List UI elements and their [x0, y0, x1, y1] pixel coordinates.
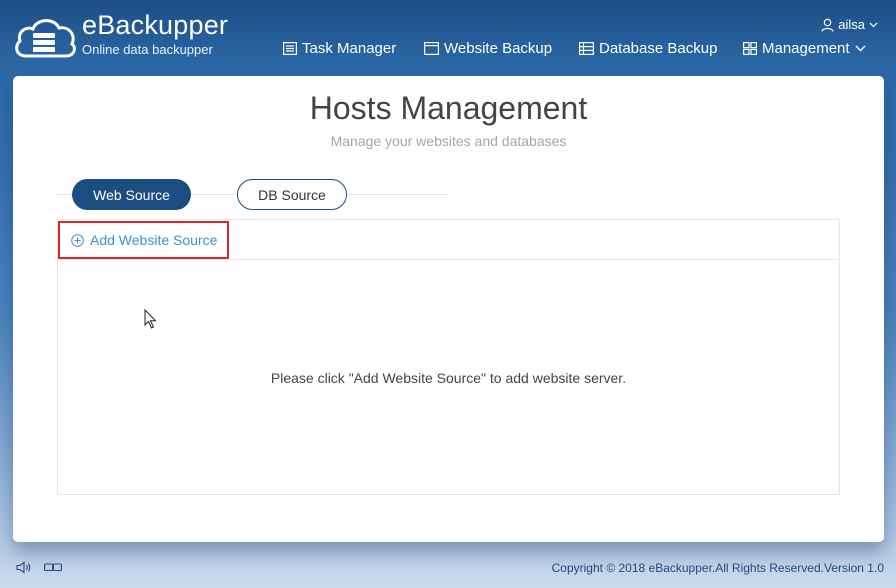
source-list-box: Add Website Source Please click "Add Web… [57, 219, 840, 495]
mouse-cursor-icon [144, 309, 157, 329]
page-title: Hosts Management [309, 90, 588, 126]
add-circle-icon [71, 233, 84, 247]
add-website-source-label: Add Website Source [90, 232, 218, 248]
grid-icon [743, 42, 757, 55]
chevron-down-icon [855, 45, 866, 52]
nav-label: Database Backup [599, 40, 718, 57]
nav-task-manager[interactable]: Task Manager [283, 40, 396, 57]
main-nav: Task Manager Website Backup Database Bac… [0, 40, 896, 60]
tab-web-source[interactable]: Web Source [72, 179, 191, 210]
user-menu[interactable]: ailsa [821, 17, 878, 32]
footer-controls [16, 561, 62, 574]
tab-db-source[interactable]: DB Source [237, 179, 347, 210]
nav-label: Management [762, 40, 850, 57]
link-chain-icon[interactable] [44, 562, 62, 573]
brand-name: eBackupper [82, 10, 229, 40]
nav-label: Task Manager [302, 40, 397, 57]
source-toolbar: Add Website Source [58, 220, 839, 260]
empty-state-message: Please click "Add Website Source" to add… [270, 370, 627, 386]
browser-window-icon [424, 42, 439, 55]
copyright-text: Copyright © 2018 eBackupper.All Rights R… [551, 561, 884, 575]
nav-management[interactable]: Management [743, 40, 866, 57]
chevron-down-icon [869, 22, 878, 27]
nav-label: Website Backup [444, 40, 553, 57]
nav-website-backup[interactable]: Website Backup [424, 40, 552, 57]
speaker-icon[interactable] [16, 561, 32, 574]
database-list-icon [579, 42, 594, 55]
user-name: ailsa [838, 17, 865, 32]
list-icon [283, 42, 297, 55]
nav-database-backup[interactable]: Database Backup [579, 40, 717, 57]
user-icon [821, 18, 834, 32]
add-website-source-button[interactable]: Add Website Source [58, 221, 229, 259]
page-subtitle: Manage your websites and databases [330, 133, 567, 149]
app-header: eBackupper Online data backupper ailsa T… [0, 0, 896, 76]
